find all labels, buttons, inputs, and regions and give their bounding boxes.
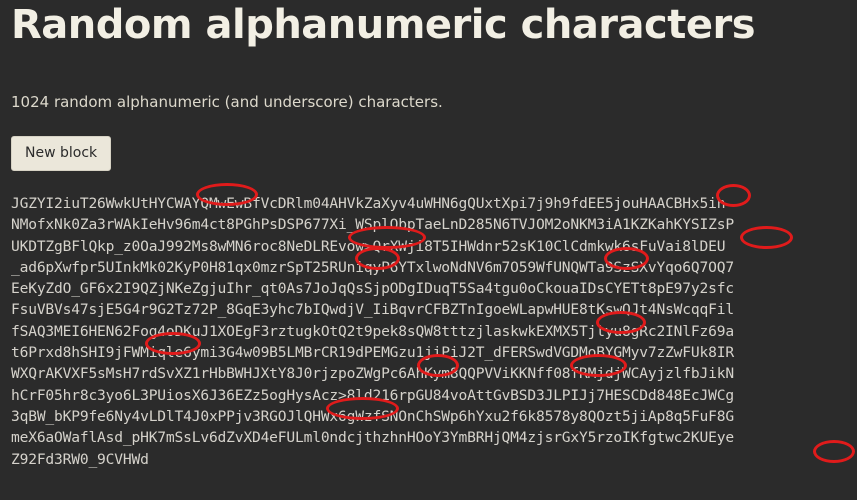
page-title: Random alphanumeric characters — [11, 2, 756, 48]
random-char-line: WXQrAKVXF5sMsH7rdSvXZ1rHbBWHJXtY8J0rjzpo… — [11, 365, 734, 383]
new-block-button[interactable]: New block — [11, 136, 112, 171]
random-char-line: UKDTZgBFlQkp_z0OaJ992Ms8wMN6roc8NeDLREvo… — [11, 237, 726, 255]
random-char-line: EeKyZdO_GF6x2I9QZjNKeZgjuIhr_qt0As7JoJqQ… — [11, 280, 734, 298]
random-character-block: JGZYI2iuT26WwkUtHYCWAYQMwEwBfVcDRlm04AHV… — [11, 171, 857, 470]
random-char-line: NMofxNk0Za3rWAkIeHv96m4ct8PGhPsDSP677Xi_… — [11, 216, 734, 234]
random-char-line: meX6aOWaflAsd_pHK7mSsLv6dZvXD4eFULml0ndc… — [11, 429, 734, 447]
button-row: New block — [11, 111, 857, 171]
random-char-line: FsuVBVs47sjE5G4r9G2Tz72P_8GqE3yhc7bIQwdj… — [11, 301, 734, 319]
random-char-line: JGZYI2iuT26WwkUtHYCWAYQMwEwBfVcDRlm04AHV… — [11, 195, 726, 212]
random-char-line: hCrF05hr8c3yo6L3PUiosX6J36EZz5ogHysAcz>8… — [11, 386, 734, 404]
random-char-line: t6Prxd8hSHI9jFWMiqle6ymi3G4w09B5LMBrCR19… — [11, 344, 734, 362]
random-char-line: 3qBW_bKP9fe6Ny4vLDlT4J0xPPjv3RGOJlQHWx6g… — [11, 407, 734, 425]
random-char-line: Z92Fd3RW0_9CVHWd — [11, 450, 149, 468]
random-char-line: fSAQ3MEI6HEN62Fog4oDKuJ1XOEgF3rztugkOtQ2… — [11, 322, 734, 340]
page-root: Random alphanumeric characters 1024 rand… — [0, 0, 857, 500]
page-description: 1024 random alphanumeric (and underscore… — [11, 93, 443, 111]
random-char-line: _ad6pXwfpr5UInkMk02KyP0H81qx0mzrSpT25RUn… — [11, 258, 734, 276]
